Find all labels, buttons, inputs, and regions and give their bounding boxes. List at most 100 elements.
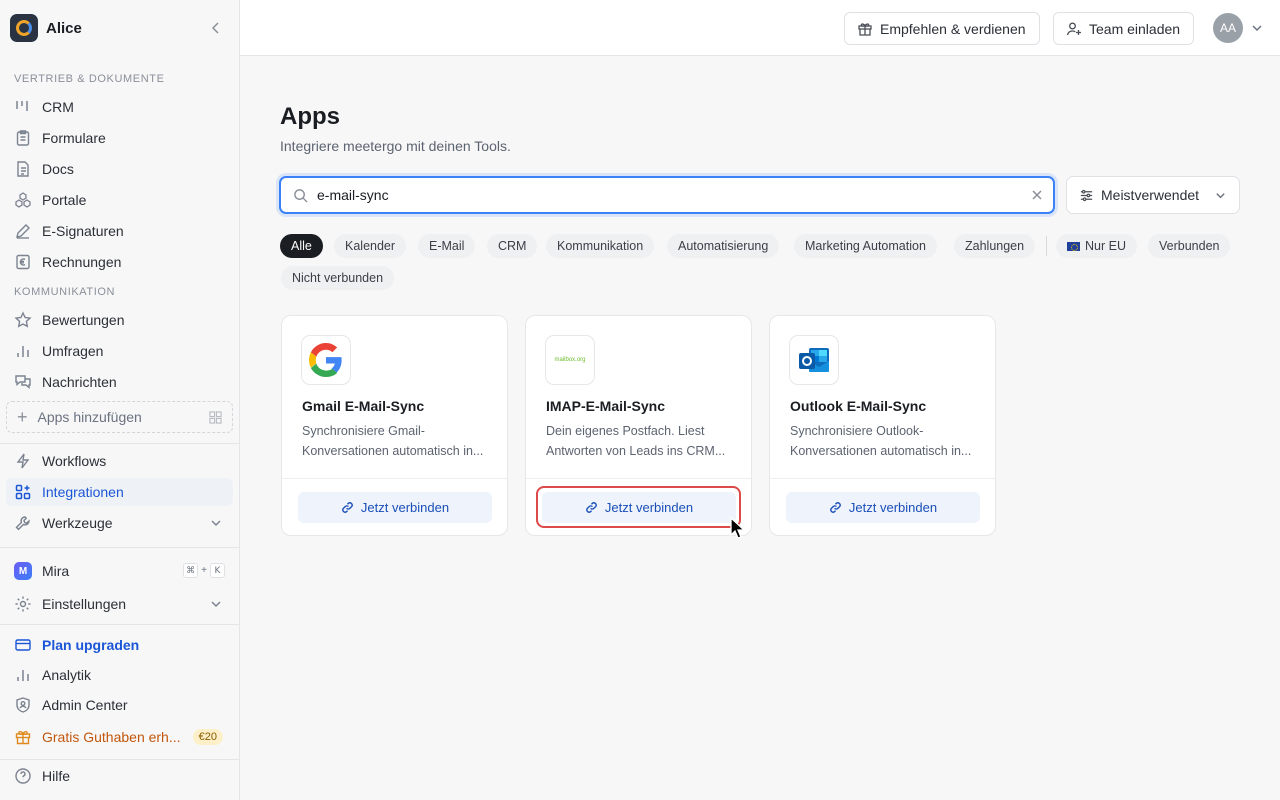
mailbox-org-logo-text: mailbox.org: [554, 357, 586, 363]
filter-chip-zahlungen[interactable]: Zahlungen: [954, 234, 1036, 258]
sidebar-item-label: Werkzeuge: [42, 515, 113, 531]
chevron-down-icon[interactable]: [1250, 21, 1264, 35]
bar-chart-icon: [14, 342, 32, 360]
app-card-gmail[interactable]: Gmail E-Mail-Sync Synchronisiere Gmail-K…: [281, 315, 508, 536]
sidebar-item-portale[interactable]: Portale: [6, 186, 233, 214]
sidebar-divider: [0, 624, 239, 625]
card-title: Outlook E-Mail-Sync: [790, 398, 927, 414]
invite-team-button[interactable]: Team einladen: [1053, 12, 1195, 45]
app-card-outlook[interactable]: Outlook E-Mail-Sync Synchronisiere Outlo…: [769, 315, 996, 536]
plus-icon: +: [17, 407, 28, 427]
sidebar: Alice VERTRIEB & DOKUMENTE CRM Formulare…: [0, 0, 240, 800]
sidebar-item-label: Portale: [42, 192, 87, 208]
sidebar-item-free-credit[interactable]: Gratis Guthaben erh... €20: [6, 723, 233, 751]
link-icon: [830, 502, 841, 513]
shortcut-key: K: [210, 563, 225, 578]
connect-label: Jetzt verbinden: [848, 500, 938, 515]
sidebar-item-formulare[interactable]: Formulare: [6, 124, 233, 152]
connect-button[interactable]: Jetzt verbinden: [786, 492, 980, 523]
filter-chip-marketing-automation[interactable]: Marketing Automation: [794, 234, 937, 258]
boxes-icon: [14, 191, 32, 209]
outlook-logo: [789, 335, 839, 385]
search-field[interactable]: [279, 176, 1055, 214]
sidebar-item-werkzeuge[interactable]: Werkzeuge: [6, 509, 233, 537]
sidebar-item-label: Hilfe: [42, 768, 71, 784]
connect-label: Jetzt verbinden: [360, 500, 450, 515]
sidebar-item-label: Docs: [42, 161, 74, 177]
sidebar-item-rechnungen[interactable]: Rechnungen: [6, 248, 233, 276]
search-input[interactable]: [317, 185, 1017, 205]
sidebar-item-label: Analytik: [42, 667, 92, 683]
filter-chip-nur-eu[interactable]: Nur EU: [1056, 234, 1137, 258]
credit-card-icon: [14, 636, 32, 654]
chevron-down-icon: [211, 601, 221, 608]
mouse-cursor-icon: [730, 517, 746, 539]
card-title: Gmail E-Mail-Sync: [302, 398, 425, 414]
sidebar-item-label: Plan upgraden: [42, 637, 140, 653]
filter-chip-nicht-verbunden[interactable]: Nicht verbunden: [281, 266, 395, 290]
sidebar-item-label: Mira: [42, 563, 70, 579]
mailbox-org-logo: mailbox.org: [545, 335, 595, 385]
sidebar-item-bewertungen[interactable]: Bewertungen: [6, 306, 233, 334]
card-title: IMAP-E-Mail-Sync: [546, 398, 666, 414]
sidebar-item-esignaturen[interactable]: E-Signaturen: [6, 217, 233, 245]
lightning-icon: [14, 452, 32, 470]
filter-chip-verbunden[interactable]: Verbunden: [1148, 234, 1231, 258]
filter-chip-crm[interactable]: CRM: [487, 234, 538, 258]
card-description: Synchronisiere Outlook-Konversationen au…: [790, 424, 972, 458]
filter-chip-kommunikation[interactable]: Kommunikation: [546, 234, 655, 258]
clear-icon[interactable]: [1031, 189, 1043, 201]
sidebar-item-label: Admin Center: [42, 697, 128, 713]
sidebar-item-einstellungen[interactable]: Einstellungen: [6, 590, 233, 618]
sort-label: Meistverwendet: [1101, 187, 1200, 203]
sidebar-item-mira[interactable]: M Mira ⌘ + K: [6, 557, 233, 585]
help-icon: [14, 767, 32, 785]
workspace-logo: [10, 14, 38, 42]
workspace-switcher[interactable]: Alice: [10, 14, 230, 42]
star-icon: [14, 311, 32, 329]
sidebar-item-label: Einstellungen: [42, 596, 127, 612]
sort-dropdown[interactable]: Meistverwendet: [1066, 176, 1240, 214]
section-label-sales: VERTRIEB & DOKUMENTE: [14, 73, 165, 85]
wrench-icon: [14, 514, 32, 532]
sidebar-divider: [0, 547, 239, 548]
sidebar-item-label: Formulare: [42, 130, 106, 146]
bar-chart-icon: [14, 666, 32, 684]
sidebar-item-admin-center[interactable]: Admin Center: [6, 691, 233, 719]
filter-chip-alle[interactable]: Alle: [280, 234, 323, 258]
gift-icon: [14, 728, 32, 746]
filter-separator: [1046, 236, 1047, 256]
shield-user-icon: [14, 696, 32, 714]
sidebar-item-hilfe[interactable]: Hilfe: [6, 762, 233, 790]
filter-chip-label: Nur EU: [1085, 239, 1126, 253]
pen-icon: [14, 222, 32, 240]
collapse-sidebar-icon[interactable]: [208, 20, 224, 36]
filter-chip-email[interactable]: E-Mail: [418, 234, 476, 258]
sidebar-item-crm[interactable]: CRM: [6, 93, 233, 121]
invite-team-label: Team einladen: [1089, 20, 1181, 37]
sidebar-item-label: CRM: [42, 99, 74, 115]
sidebar-item-workflows[interactable]: Workflows: [6, 447, 233, 475]
sidebar-item-docs[interactable]: Docs: [6, 155, 233, 183]
sidebar-item-label: Gratis Guthaben erh...: [42, 729, 181, 745]
sliders-icon: [1080, 189, 1093, 201]
sidebar-item-analytik[interactable]: Analytik: [6, 661, 233, 689]
sidebar-item-label: Workflows: [42, 453, 107, 469]
chevron-down-icon: [1216, 193, 1225, 199]
sidebar-item-label: Integrationen: [42, 484, 124, 500]
link-icon: [342, 502, 353, 513]
refer-earn-button[interactable]: Empfehlen & verdienen: [844, 12, 1040, 45]
search-icon: [294, 189, 308, 203]
sidebar-item-nachrichten[interactable]: Nachrichten: [6, 368, 233, 396]
sidebar-item-upgrade[interactable]: Plan upgraden: [6, 631, 233, 659]
shortcut-key: ⌘: [183, 563, 199, 578]
chevron-down-icon: [211, 520, 221, 527]
sidebar-item-umfragen[interactable]: Umfragen: [6, 337, 233, 365]
sidebar-item-integrations[interactable]: Integrationen: [6, 478, 233, 506]
add-apps-button[interactable]: + Apps hinzufügen: [6, 401, 233, 433]
filter-chip-kalender[interactable]: Kalender: [334, 234, 407, 258]
avatar[interactable]: AA: [1213, 13, 1243, 43]
filter-chip-automatisierung[interactable]: Automatisierung: [667, 234, 780, 258]
page-title: Apps: [280, 103, 340, 130]
connect-button[interactable]: Jetzt verbinden: [298, 492, 492, 523]
